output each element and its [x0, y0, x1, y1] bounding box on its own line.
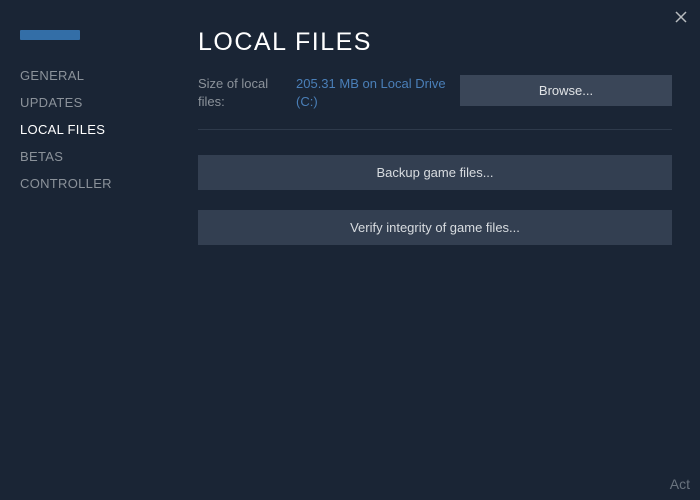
sidebar: GENERAL UPDATES LOCAL FILES BETAS CONTRO… — [0, 0, 180, 500]
nav-controller[interactable]: CONTROLLER — [20, 170, 180, 197]
nav-local-files[interactable]: LOCAL FILES — [20, 116, 180, 143]
watermark-text: Act — [670, 476, 690, 492]
properties-window: GENERAL UPDATES LOCAL FILES BETAS CONTRO… — [0, 0, 700, 500]
size-row: Size of local files: 205.31 MB on Local … — [198, 75, 672, 111]
size-label: Size of local files: — [198, 75, 296, 111]
browse-button[interactable]: Browse... — [460, 75, 672, 106]
nav-betas[interactable]: BETAS — [20, 143, 180, 170]
backup-button[interactable]: Backup game files... — [198, 155, 672, 190]
size-value-link[interactable]: 205.31 MB on Local Drive (C:) — [296, 75, 460, 111]
page-title: LOCAL FILES — [198, 28, 672, 57]
close-icon[interactable] — [672, 8, 690, 26]
divider — [198, 129, 672, 130]
nav-updates[interactable]: UPDATES — [20, 89, 180, 116]
game-title-placeholder — [20, 30, 80, 40]
content-panel: LOCAL FILES Size of local files: 205.31 … — [180, 0, 700, 500]
nav-general[interactable]: GENERAL — [20, 62, 180, 89]
verify-integrity-button[interactable]: Verify integrity of game files... — [198, 210, 672, 245]
